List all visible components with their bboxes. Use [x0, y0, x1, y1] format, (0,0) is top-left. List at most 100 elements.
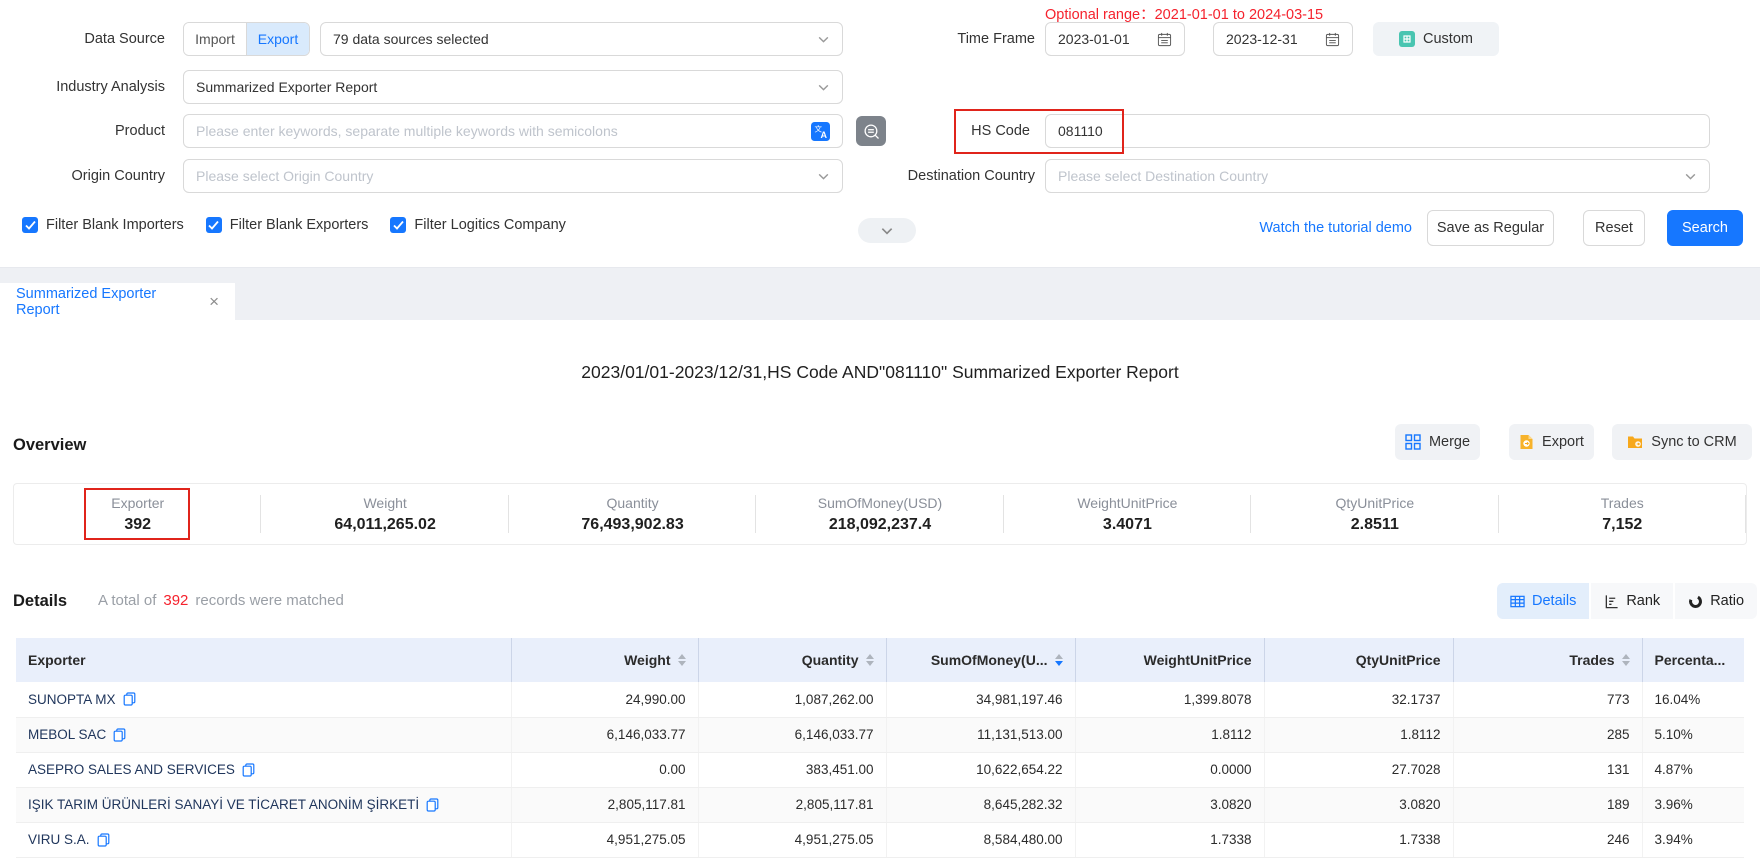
data-sources-value: 79 data sources selected	[333, 31, 489, 47]
export-toggle[interactable]: Export	[246, 23, 309, 55]
exporter-name-link[interactable]: IŞIK TARIM ÜRÜNLERİ SANAYİ VE TİCARET AN…	[28, 797, 419, 812]
column-header-sum-of-money[interactable]: SumOfMoney(U...	[886, 638, 1075, 682]
translate-icon[interactable]: 文A	[811, 122, 830, 141]
cell-sum_of_money: 10,622,654.22	[886, 752, 1075, 787]
industry-analysis-select[interactable]: Summarized Exporter Report	[183, 70, 843, 104]
sort-icons[interactable]	[866, 654, 874, 666]
copy-icon[interactable]	[242, 763, 255, 777]
reset-button[interactable]: Reset	[1583, 210, 1645, 246]
column-header-weight[interactable]: Weight	[511, 638, 698, 682]
view-rank-label: Rank	[1626, 593, 1660, 609]
matched-suffix: records were matched	[195, 592, 343, 609]
stat-trades: Trades 7,152	[1499, 484, 1746, 544]
stat-label: WeightUnitPrice	[1077, 495, 1177, 511]
checkbox-label: Filter Blank Exporters	[230, 217, 369, 233]
column-header-qty-unit-price[interactable]: QtyUnitPrice	[1264, 638, 1453, 682]
product-placeholder: Please enter keywords, separate multiple…	[196, 123, 618, 139]
checkbox-filter-blank-importers[interactable]: Filter Blank Importers	[22, 217, 184, 233]
copy-icon[interactable]	[123, 692, 136, 706]
checkbox-filter-logitics-company[interactable]: Filter Logitics Company	[390, 217, 566, 233]
exporter-name-link[interactable]: ASEPRO SALES AND SERVICES	[28, 762, 235, 777]
sort-icons[interactable]	[1622, 654, 1630, 666]
tutorial-demo-link[interactable]: Watch the tutorial demo	[1245, 210, 1412, 246]
cell-trades: 285	[1453, 717, 1642, 752]
cell-trades: 131	[1453, 752, 1642, 787]
save-as-regular-button[interactable]: Save as Regular	[1427, 210, 1554, 246]
cell-qty_unit_price: 1.7338	[1264, 822, 1453, 857]
cell-quantity: 6,146,033.77	[698, 717, 886, 752]
matched-records-text: A total of392records were matched	[98, 583, 344, 619]
product-input[interactable]: Please enter keywords, separate multiple…	[183, 114, 843, 148]
cell-weight_unit_price: 1,399.8078	[1075, 682, 1264, 717]
view-details-label: Details	[1532, 593, 1576, 609]
column-header-exporter: Exporter	[16, 638, 511, 682]
hs-code-input[interactable]: 081110	[1045, 114, 1710, 148]
exporter-cell: SUNOPTA MX	[16, 682, 511, 717]
cell-weight_unit_price: 1.7338	[1075, 822, 1264, 857]
origin-country-placeholder: Please select Origin Country	[196, 168, 373, 184]
exporter-cell: VIRU S.A.	[16, 822, 511, 857]
optional-range-note: Optional range：2021-01-01 to 2024-03-15	[1045, 3, 1323, 24]
stat-value: 7,152	[1602, 516, 1642, 534]
search-button[interactable]: Search	[1667, 210, 1743, 246]
chevron-down-icon	[880, 224, 894, 238]
cell-percentage: 3.96%	[1642, 787, 1744, 822]
copy-icon[interactable]	[426, 798, 439, 812]
exporter-name-link[interactable]: SUNOPTA MX	[28, 692, 116, 707]
copy-icon[interactable]	[113, 728, 126, 742]
export-button[interactable]: Export	[1509, 424, 1594, 460]
view-details-button[interactable]: Details	[1497, 583, 1589, 619]
copy-icon[interactable]	[97, 833, 110, 847]
cell-weight_unit_price: 3.0820	[1075, 787, 1264, 822]
stat-qty-unit-price: QtyUnitPrice 2.8511	[1251, 484, 1498, 544]
cell-weight_unit_price: 0.0000	[1075, 752, 1264, 787]
tab-summarized-exporter-report[interactable]: Summarized Exporter Report ×	[0, 283, 235, 320]
ratio-donut-icon	[1688, 594, 1703, 609]
details-heading: Details	[13, 592, 67, 611]
report-title: 2023/01/01-2023/12/31,HS Code AND"081110…	[0, 362, 1760, 383]
collapse-filters-button[interactable]	[858, 218, 916, 243]
export-label: Export	[1542, 434, 1584, 450]
column-header-trades[interactable]: Trades	[1453, 638, 1642, 682]
matched-count: 392	[156, 592, 195, 609]
custom-range-button[interactable]: Custom	[1373, 22, 1499, 56]
column-header-weight-unit-price[interactable]: WeightUnitPrice	[1075, 638, 1264, 682]
exporter-name-link[interactable]: MEBOL SAC	[28, 727, 106, 742]
table-icon	[1510, 594, 1525, 609]
cell-quantity: 1,087,262.00	[698, 682, 886, 717]
table-row: VIRU S.A.4,951,275.054,951,275.058,584,4…	[16, 822, 1744, 857]
data-sources-select[interactable]: 79 data sources selected	[320, 22, 843, 56]
product-label: Product	[0, 114, 165, 148]
cell-weight: 6,146,033.77	[511, 717, 698, 752]
stat-value: 2.8511	[1351, 516, 1399, 534]
checkbox-filter-blank-exporters[interactable]: Filter Blank Exporters	[206, 217, 369, 233]
chevron-down-icon	[817, 33, 830, 46]
destination-country-select[interactable]: Please select Destination Country	[1045, 159, 1710, 193]
cell-percentage: 16.04%	[1642, 682, 1744, 717]
view-ratio-button[interactable]: Ratio	[1675, 583, 1757, 619]
cell-quantity: 383,451.00	[698, 752, 886, 787]
import-toggle[interactable]: Import	[184, 23, 246, 55]
date-start-input[interactable]: 2023-01-01	[1045, 22, 1185, 56]
view-rank-button[interactable]: Rank	[1591, 583, 1673, 619]
stat-label: Weight	[363, 495, 406, 511]
cell-trades: 189	[1453, 787, 1642, 822]
checkbox-checked-icon	[22, 217, 38, 233]
cell-weight: 0.00	[511, 752, 698, 787]
checkbox-checked-icon	[390, 217, 406, 233]
origin-country-select[interactable]: Please select Origin Country	[183, 159, 843, 193]
cell-weight: 24,990.00	[511, 682, 698, 717]
sort-icons[interactable]	[678, 654, 686, 666]
chevron-down-icon	[817, 170, 830, 183]
cell-percentage: 5.10%	[1642, 717, 1744, 752]
stat-label: Exporter	[111, 495, 164, 511]
sync-folder-icon	[1627, 435, 1643, 449]
exporter-name-link[interactable]: VIRU S.A.	[28, 832, 90, 847]
sort-icons-desc-active[interactable]	[1055, 654, 1063, 666]
stat-exporter: Exporter 392	[14, 484, 261, 544]
column-header-quantity[interactable]: Quantity	[698, 638, 886, 682]
sync-to-crm-button[interactable]: Sync to CRM	[1612, 424, 1752, 460]
date-end-input[interactable]: 2023-12-31	[1213, 22, 1353, 56]
close-icon[interactable]: ×	[209, 293, 219, 310]
merge-button[interactable]: Merge	[1395, 424, 1480, 460]
